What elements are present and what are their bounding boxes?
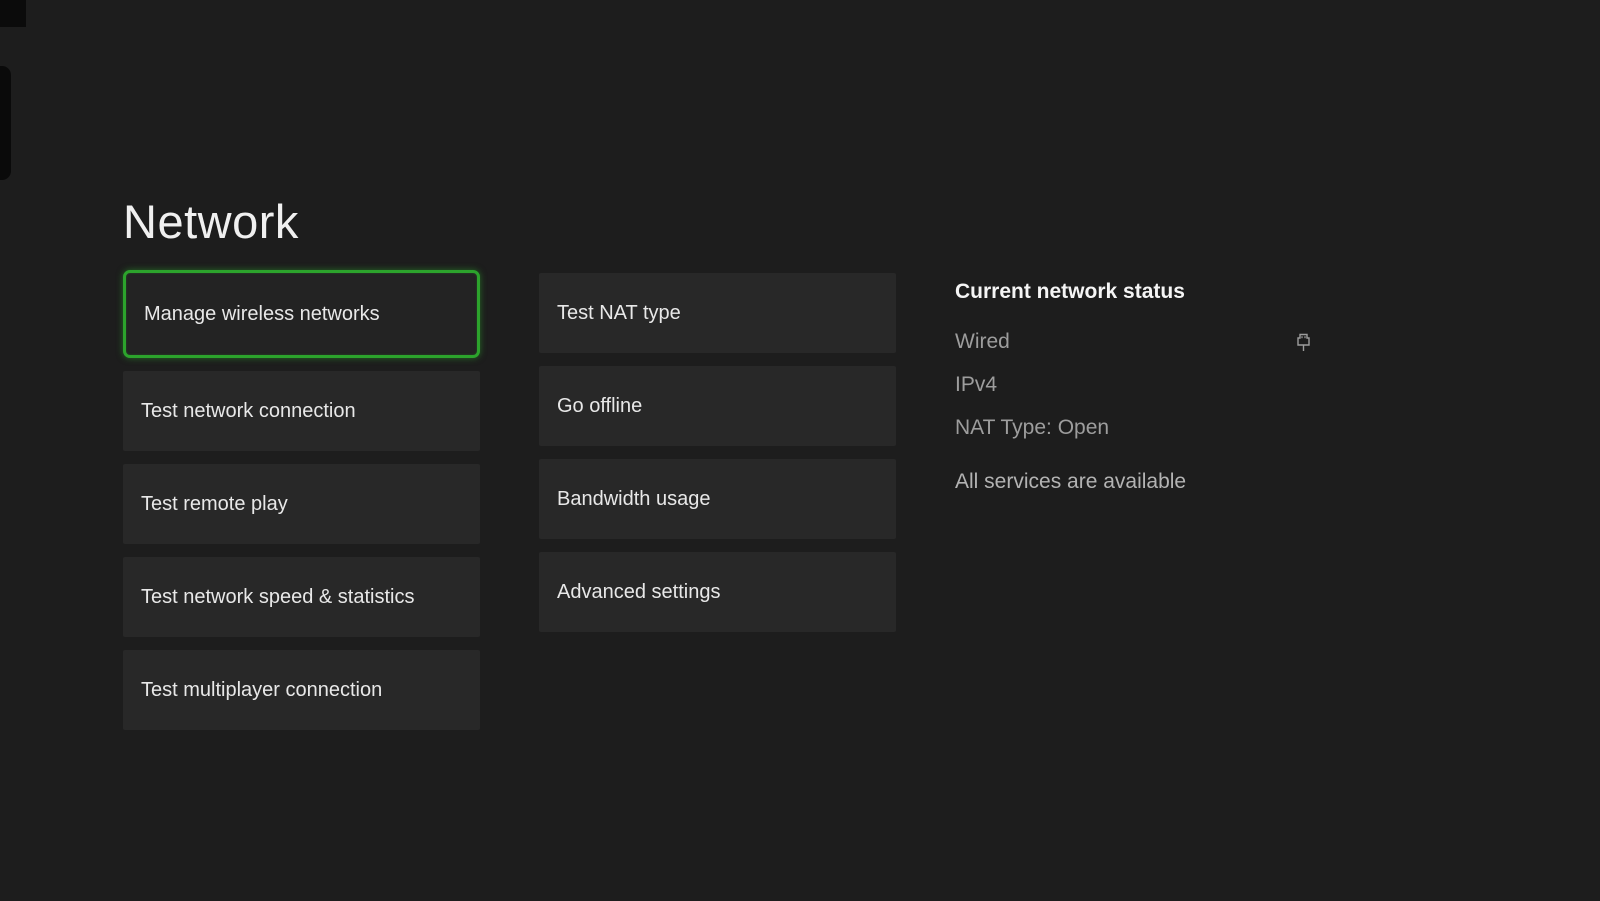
button-label: Test multiplayer connection — [141, 679, 382, 702]
menu-column-left: Manage wireless networks Test network co… — [123, 270, 480, 730]
button-go-offline[interactable]: Go offline — [539, 366, 896, 446]
button-label: Bandwidth usage — [557, 488, 710, 511]
button-bandwidth-usage[interactable]: Bandwidth usage — [539, 459, 896, 539]
button-test-multiplayer-connection[interactable]: Test multiplayer connection — [123, 650, 480, 730]
status-row-connection-type: Wired — [955, 330, 1317, 354]
status-heading: Current network status — [955, 280, 1317, 304]
button-test-remote-play[interactable]: Test remote play — [123, 464, 480, 544]
button-label: Go offline — [557, 395, 642, 418]
button-advanced-settings[interactable]: Advanced settings — [539, 552, 896, 632]
ethernet-plug-icon — [1296, 333, 1311, 352]
ip-version-value: IPv4 — [955, 373, 997, 397]
left-edge-tab — [0, 66, 11, 180]
button-manage-wireless-networks[interactable]: Manage wireless networks — [123, 270, 480, 358]
button-test-network-speed-statistics[interactable]: Test network speed & statistics — [123, 557, 480, 637]
screen-corner-artifact — [0, 0, 26, 27]
connection-type-value: Wired — [955, 330, 1010, 354]
button-label: Manage wireless networks — [144, 303, 380, 326]
current-network-status-panel: Current network status Wired IPv4 NAT Ty… — [955, 280, 1317, 494]
status-row-nat-type: NAT Type: Open — [955, 416, 1317, 440]
button-label: Test NAT type — [557, 302, 681, 325]
page-title: Network — [123, 194, 299, 249]
nat-type-value: NAT Type: Open — [955, 416, 1109, 440]
button-test-nat-type[interactable]: Test NAT type — [539, 273, 896, 353]
button-test-network-connection[interactable]: Test network connection — [123, 371, 480, 451]
menu-column-right: Test NAT type Go offline Bandwidth usage… — [539, 273, 896, 632]
status-row-ip-version: IPv4 — [955, 373, 1317, 397]
button-label: Test network speed & statistics — [141, 586, 414, 609]
services-availability-text: All services are available — [955, 470, 1317, 494]
button-label: Test remote play — [141, 493, 288, 516]
button-label: Advanced settings — [557, 581, 720, 604]
button-label: Test network connection — [141, 400, 356, 423]
